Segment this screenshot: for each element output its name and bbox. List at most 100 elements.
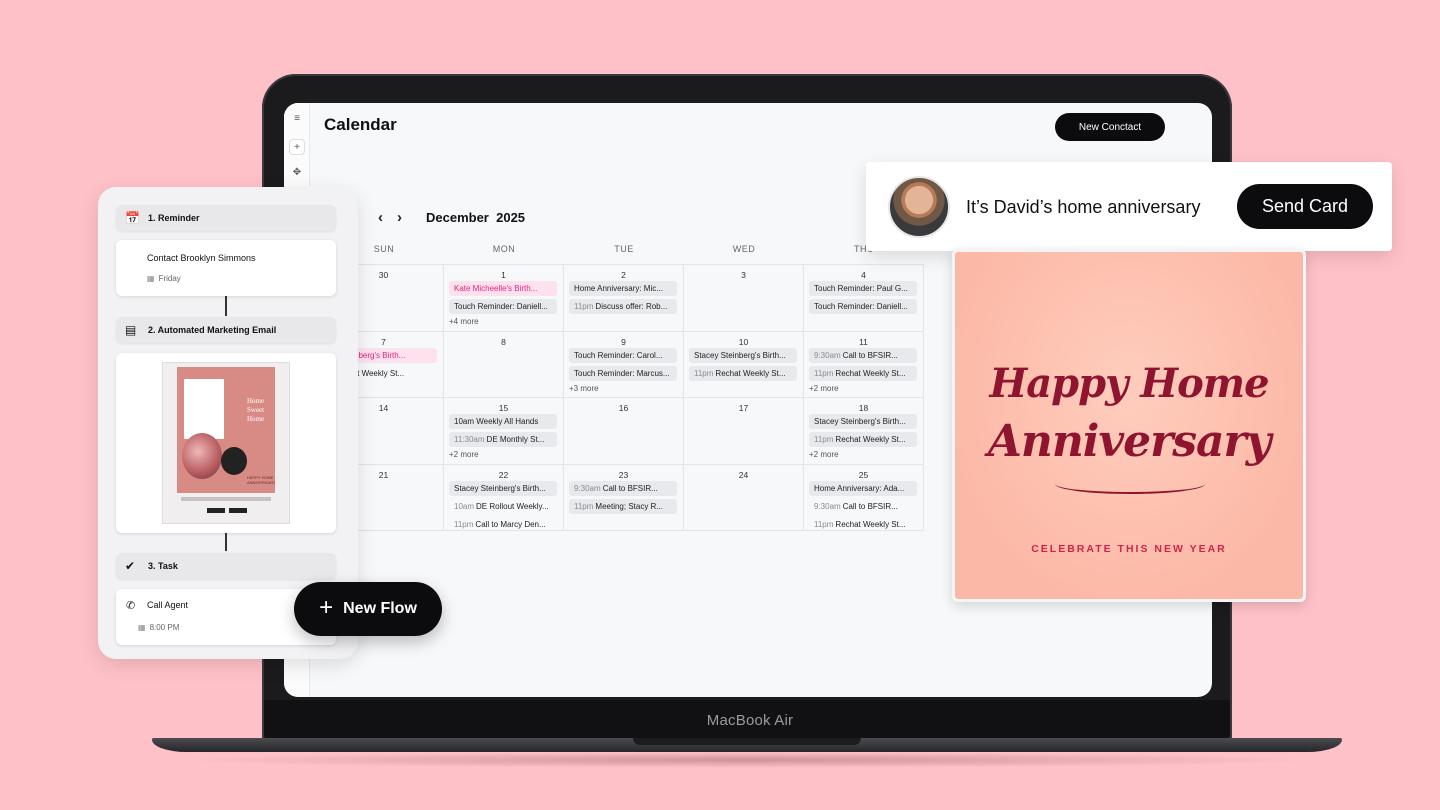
event-title: Home Anniversary: Ada... xyxy=(814,483,905,493)
calendar-event[interactable]: Home Anniversary: Ada... xyxy=(809,480,917,496)
calendar-event[interactable]: Touch Reminder: Carol... xyxy=(569,347,677,363)
calendar-day-cell[interactable]: 11 9:30am Call to BFSIR... 11pm Rechat Weekl… xyxy=(804,331,924,398)
calendar-day-cell[interactable]: 8 xyxy=(444,331,564,398)
weekday-header: MON xyxy=(444,233,564,265)
email-footer xyxy=(181,497,271,501)
calendar-day-cell[interactable]: 23 9:30am Call to BFSIR... 11pm Meeting; Sta… xyxy=(564,464,684,531)
calendar-icon: 📅 xyxy=(125,211,140,225)
more-events-link[interactable]: +3 more xyxy=(569,384,599,393)
calendar-day-cell[interactable]: 3 xyxy=(684,265,804,332)
calendar-event[interactable]: Home Anniversary: Mic... xyxy=(569,281,677,296)
calendar-event[interactable]: 11pm Rechat Weekly St... xyxy=(809,432,917,447)
calendar-event[interactable]: 11pm Call to Marcy Den... xyxy=(449,517,557,532)
calendar-event[interactable]: Touch Reminder: Daniell... xyxy=(449,299,557,314)
chevron-left-icon[interactable]: ‹ xyxy=(378,209,383,226)
event-title: Call to BFSIR... xyxy=(842,501,898,511)
day-number: 1 xyxy=(501,270,506,280)
calendar-event[interactable]: 11pm Rechat Weekly St... xyxy=(809,517,917,532)
calendar-day-cell[interactable]: 4 Touch Reminder: Paul G... Touch Reminder… xyxy=(804,265,924,332)
send-card-button[interactable]: Send Card xyxy=(1237,184,1373,229)
event-title: Rechat Weekly St... xyxy=(715,368,786,378)
card-headline-1: Happy Home xyxy=(989,360,1269,407)
day-number: 11 xyxy=(859,336,868,347)
flow-connector xyxy=(225,533,227,551)
laptop-brand-label: MacBook Air xyxy=(706,712,794,729)
calendar-event[interactable]: 9:30am Call to BFSIR... xyxy=(569,480,677,496)
chevron-right-icon[interactable]: › xyxy=(397,209,402,226)
calendar-event[interactable]: 11pm Discuss offer: Rob... xyxy=(569,299,677,314)
calendar-day-cell[interactable]: 16 xyxy=(564,398,684,465)
day-number: 9 xyxy=(621,336,626,347)
email-hero: Home Sweet Home HAPPY HOME ANNIVERSARY xyxy=(177,367,276,493)
step-email-header[interactable]: ▤ 2. Automated Marketing Email xyxy=(116,317,336,343)
new-flow-button[interactable]: + New Flow xyxy=(294,582,442,636)
calendar-event[interactable]: Stacey Steinberg's Birth... xyxy=(809,414,917,429)
step-reminder-header[interactable]: 📅 1. Reminder xyxy=(116,205,336,231)
calendar-day-cell[interactable]: 22 Stacey Steinberg's Birth... 10am DE Roll… xyxy=(444,464,564,532)
event-time: 9:30am xyxy=(574,483,601,493)
event-title: Rechat Weekly St... xyxy=(835,519,906,529)
calendar-event[interactable]: 11pm Rechat Weekly St... xyxy=(689,365,797,381)
calendar-event[interactable]: 9:30am Call to BFSIR... xyxy=(809,499,917,514)
event-title: Call to BFSIR... xyxy=(602,483,658,493)
calendar-day-cell[interactable]: 9 Touch Reminder: Carol... Touch Reminder:… xyxy=(564,331,684,398)
month-navigation: ‹ › December 2025 xyxy=(378,209,525,226)
step-task-header[interactable]: ✔ 3. Task xyxy=(116,553,336,579)
event-title: Meeting; Stacy R... xyxy=(595,501,664,511)
calendar-event[interactable]: Touch Reminder: Marcus... xyxy=(569,365,677,381)
event-title: Call to BFSIR... xyxy=(842,350,898,360)
calendar-day-cell[interactable]: 18 Stacey Steinberg's Birth... 11pm Rechat … xyxy=(804,398,924,465)
menu-icon[interactable]: ≡ xyxy=(289,111,305,127)
calendar-event[interactable]: Stacey Steinberg's Birth... xyxy=(449,480,557,496)
calendar-day-cell[interactable]: 25 Home Anniversary: Ada... 9:30am Call to … xyxy=(804,464,924,532)
event-title: Touch Reminder: Paul G... xyxy=(814,284,908,293)
more-events-link[interactable]: +2 more xyxy=(809,450,839,459)
calendar-event[interactable]: 11pm Rechat Weekly St... xyxy=(809,365,917,381)
calendar-event[interactable]: Touch Reminder: Paul G... xyxy=(809,281,917,296)
calendar-day-cell[interactable]: 2 Home Anniversary: Mic... 11pm Discuss off… xyxy=(564,265,684,332)
add-icon[interactable]: + xyxy=(289,139,305,155)
task-title: ✆ Call Agent xyxy=(126,600,188,612)
event-title: Call to Marcy Den... xyxy=(475,519,546,529)
calendar-day-cell[interactable]: 17 xyxy=(684,398,804,465)
calendar-day-cell[interactable]: 24 xyxy=(684,464,804,531)
day-number: 15 xyxy=(498,403,509,413)
laptop-notch xyxy=(633,738,861,745)
calendar-event[interactable]: 10am DE Rollout Weekly... xyxy=(449,499,557,514)
calendar-event[interactable]: 10am Weekly All Hands xyxy=(449,414,557,429)
weekday-header: WED xyxy=(684,233,804,265)
calendar-event[interactable]: Stacey Steinberg's Birth... xyxy=(689,347,797,363)
calendar-day-cell[interactable]: 10 Stacey Steinberg's Birth... 11pm Rechat … xyxy=(684,331,804,398)
event-title: Kate Micheelle's Birth... xyxy=(454,284,538,293)
month-name: December xyxy=(426,210,489,225)
calendar-event[interactable]: 11pm Meeting; Stacy R... xyxy=(569,498,677,514)
reminder-card[interactable]: Contact Brooklyn Simmons ▦ Friday xyxy=(116,240,336,296)
step-label: 3. Task xyxy=(148,561,178,571)
day-number: 25 xyxy=(858,469,869,480)
calendar-day-cell[interactable]: 1 Kate Micheelle's Birth... Touch Reminder… xyxy=(444,265,564,332)
card-headline-2: Anniversary xyxy=(987,416,1272,467)
year-name: 2025 xyxy=(496,210,526,225)
calendar-event[interactable]: 9:30am Call to BFSIR... xyxy=(809,347,917,363)
event-title: 10am Weekly All Hands xyxy=(454,417,539,426)
move-icon[interactable]: ✥ xyxy=(289,165,305,181)
calendar-event[interactable]: Touch Reminder: Daniell... xyxy=(809,299,917,314)
email-white-panel xyxy=(184,379,224,439)
event-time: 11pm xyxy=(454,519,474,529)
event-title: DE Rollout Weekly... xyxy=(476,501,549,511)
event-title: Stacey Steinberg's Birth... xyxy=(454,483,546,493)
flower-image xyxy=(182,433,222,479)
more-events-link[interactable]: +4 more xyxy=(449,317,479,326)
new-contact-button[interactable]: New Conctact xyxy=(1055,113,1165,141)
avatar xyxy=(888,176,950,238)
calendar-event[interactable]: Kate Micheelle's Birth... xyxy=(449,281,557,296)
calendar-event[interactable]: 11:30am DE Monthly St... xyxy=(449,432,557,447)
calendar-day-cell[interactable]: 15 10am Weekly All Hands 11:30am DE Monthly… xyxy=(444,398,564,465)
calendar-small-icon: ▦ xyxy=(138,623,146,632)
more-events-link[interactable]: +2 more xyxy=(809,384,839,393)
card-tagline: CELEBRATE THIS NEW YEAR xyxy=(1031,543,1227,555)
task-time: ▦ 8:00 PM xyxy=(138,623,179,632)
more-events-link[interactable]: +2 more xyxy=(449,450,479,459)
email-preview-card[interactable]: Home Sweet Home HAPPY HOME ANNIVERSARY xyxy=(116,353,336,533)
event-title: Discuss offer: Rob... xyxy=(595,302,668,311)
